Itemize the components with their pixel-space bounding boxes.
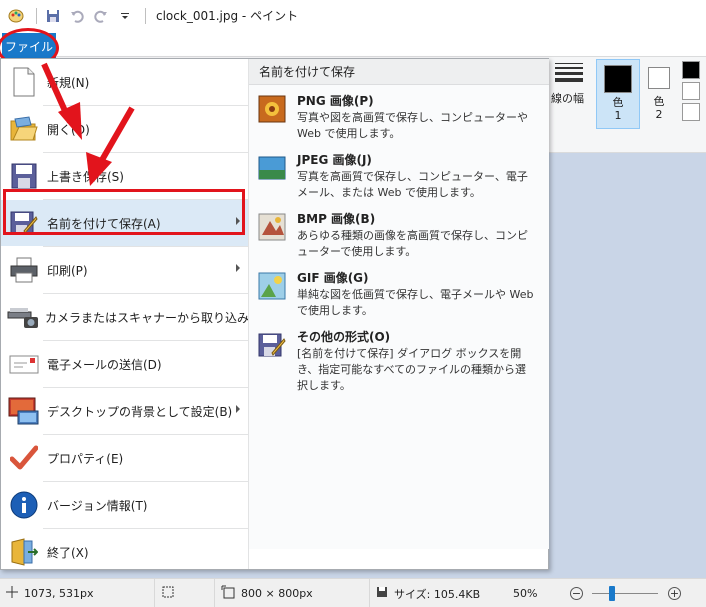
submenu-item-png[interactable]: PNG 画像(P) 写真や図を高画質で保存し、コンピューターや Web で使用し…	[249, 92, 549, 150]
file-size-icon	[376, 586, 388, 601]
color2-button[interactable]: 色 2	[644, 59, 674, 129]
save-icon	[7, 159, 41, 193]
color1-label: 色	[612, 96, 624, 109]
quick-save-icon[interactable]	[43, 6, 63, 26]
open-folder-icon	[7, 112, 41, 146]
submenu-item-desc: 写真を高画質で保存し、コンピューター、電子メール、または Web で使用します。	[297, 170, 528, 199]
status-file-size: サイズ: 105.4KB	[370, 579, 510, 607]
menu-item-label: カメラまたはスキャナーから取り込み(M)	[45, 310, 269, 325]
menu-item-email[interactable]: 電子メールの送信(D)	[1, 341, 248, 387]
printer-icon	[7, 253, 41, 287]
undo-icon[interactable]	[67, 6, 87, 26]
zoom-out-button[interactable]: −	[570, 587, 583, 600]
menu-item-open[interactable]: 開く(O)	[1, 106, 248, 152]
menu-item-label: 開く(O)	[47, 122, 90, 137]
zoom-in-button[interactable]: +	[668, 587, 681, 600]
line-width-label: 線の幅	[551, 92, 584, 105]
submenu-header: 名前を付けて保存	[249, 59, 549, 85]
color2-number: 2	[655, 108, 663, 121]
customize-toolbar-icon[interactable]	[115, 6, 135, 26]
color1-number: 1	[614, 109, 622, 122]
status-selection-size	[155, 579, 215, 607]
gif-image-icon	[258, 272, 286, 300]
zoom-slider-thumb[interactable]	[608, 586, 615, 601]
canvas-size-text: 800 × 800px	[241, 587, 313, 600]
menu-item-label: 新規(N)	[47, 75, 90, 90]
status-canvas-size: 800 × 800px	[215, 579, 370, 607]
menu-item-properties[interactable]: プロパティ(E)	[1, 435, 248, 481]
menu-item-print[interactable]: 印刷(P)	[1, 247, 248, 293]
menu-item-label: 印刷(P)	[47, 263, 88, 278]
canvas-size-icon	[221, 585, 235, 602]
submenu-item-desc: あらゆる種類の画像を高画質で保存し、コンピューターで使用します。	[297, 229, 528, 258]
menu-item-scan[interactable]: カメラまたはスキャナーから取り込み(M)	[1, 294, 269, 340]
submenu-item-title: PNG 画像(P)	[297, 94, 374, 108]
selection-size-icon	[161, 585, 175, 602]
menu-item-label: プロパティ(E)	[47, 451, 124, 466]
other-format-icon	[258, 331, 286, 359]
paint-app-icon[interactable]	[6, 6, 26, 26]
scanner-icon	[7, 300, 39, 334]
info-icon	[7, 488, 41, 522]
save-as-submenu: 名前を付けて保存 PNG 画像(P) 写真や図を高画質で保存し、コンピューターや…	[249, 59, 549, 549]
submenu-item-jpeg[interactable]: JPEG 画像(J) 写真を高画質で保存し、コンピューター、電子メール、または …	[249, 151, 549, 209]
submenu-item-bmp[interactable]: BMP 画像(B) あらゆる種類の画像を高画質で保存し、コンピューターで使用しま…	[249, 210, 549, 268]
menu-item-label: デスクトップの背景として設定(B)	[47, 404, 233, 419]
exit-icon	[7, 535, 41, 569]
submenu-item-desc: 単純な図を低画質で保存し、電子メールや Web で使用します。	[297, 288, 534, 317]
palette-swatch[interactable]	[682, 103, 700, 121]
submenu-item-other-format[interactable]: その他の形式(O) [名前を付けて保存] ダイアログ ボックスを開き、指定可能な…	[249, 328, 549, 392]
file-menu: 新規(N) 開く(O) 上書き保存(S) 名前を付けて保存(A) 印刷(P) カ…	[0, 58, 549, 570]
color2-label: 色	[653, 95, 665, 108]
menu-item-exit[interactable]: 終了(X)	[1, 529, 248, 575]
menu-item-label: バージョン情報(T)	[47, 498, 148, 513]
line-width-button[interactable]: 線の幅	[551, 60, 587, 130]
desktop-background-icon	[7, 394, 41, 428]
redo-icon[interactable]	[91, 6, 111, 26]
window-title: clock_001.jpg - ペイント	[156, 9, 299, 23]
menu-item-label: 電子メールの送信(D)	[47, 357, 162, 372]
menu-item-desktop-background[interactable]: デスクトップの背景として設定(B)	[1, 388, 248, 434]
menu-item-label: 終了(X)	[47, 545, 89, 560]
submenu-item-gif[interactable]: GIF 画像(G) 単純な図を低画質で保存し、電子メールや Web で使用します…	[249, 269, 549, 327]
title-separator	[145, 7, 146, 24]
color1-swatch	[604, 65, 632, 93]
palette-swatch[interactable]	[682, 82, 700, 100]
file-size-text: サイズ: 105.4KB	[394, 587, 481, 601]
checkmark-icon	[7, 441, 41, 475]
status-cursor-position: 1073, 531px	[0, 579, 155, 607]
color-palette	[682, 61, 700, 124]
line-width-icon	[551, 63, 587, 82]
color2-swatch	[648, 67, 670, 89]
cursor-position-text: 1073, 531px	[24, 587, 94, 600]
cursor-position-icon	[6, 586, 18, 601]
submenu-item-title: JPEG 画像(J)	[297, 153, 372, 167]
email-icon	[7, 347, 41, 381]
submenu-arrow-icon	[236, 264, 240, 272]
menu-item-new[interactable]: 新規(N)	[1, 59, 248, 105]
submenu-item-title: その他の形式(O)	[297, 330, 391, 344]
zoom-slider[interactable]	[592, 593, 658, 594]
submenu-item-desc: 写真や図を高画質で保存し、コンピューターや Web で使用します。	[297, 111, 528, 140]
bmp-image-icon	[258, 213, 286, 241]
menu-item-about[interactable]: バージョン情報(T)	[1, 482, 248, 528]
jpeg-image-icon	[258, 154, 286, 182]
palette-swatch[interactable]	[682, 61, 700, 79]
file-menu-commands: 新規(N) 開く(O) 上書き保存(S) 名前を付けて保存(A) 印刷(P) カ…	[1, 59, 269, 569]
status-bar: 1073, 531px 800 × 800px サイズ: 105.4KB 50%…	[0, 578, 706, 607]
submenu-arrow-icon	[236, 405, 240, 413]
submenu-item-title: BMP 画像(B)	[297, 212, 376, 226]
submenu-item-title: GIF 画像(G)	[297, 271, 369, 285]
png-image-icon	[258, 95, 286, 123]
ribbon-tab-bar	[0, 31, 706, 57]
zoom-level: 50%	[513, 587, 538, 600]
color1-button[interactable]: 色 1	[596, 59, 640, 129]
new-file-icon	[7, 65, 41, 99]
title-separator	[36, 7, 37, 24]
menu-item-label: 上書き保存(S)	[47, 169, 124, 184]
title-bar: clock_001.jpg - ペイント	[0, 0, 706, 31]
annotation-highlight-box	[3, 189, 245, 235]
submenu-item-desc: [名前を付けて保存] ダイアログ ボックスを開き、指定可能なすべてのファイルの種…	[297, 347, 527, 392]
